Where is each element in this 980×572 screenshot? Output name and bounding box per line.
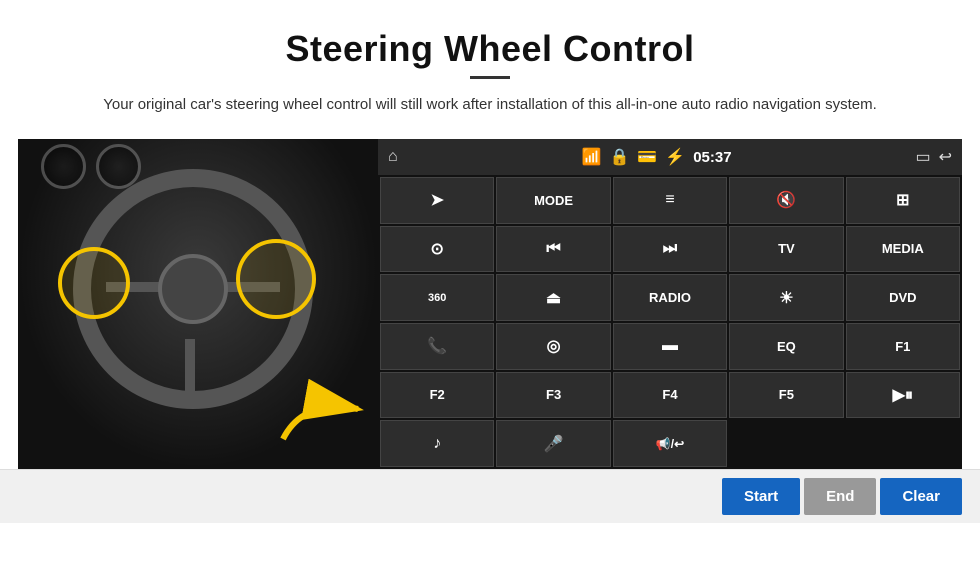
f3-btn[interactable]: F3 [496,372,610,419]
mode-btn[interactable]: MODE [496,177,610,224]
steering-wheel-center [158,254,228,324]
back-icon: ↩ [939,147,952,167]
brightness-btn[interactable]: ☀ [729,274,843,321]
settings-btn[interactable]: ⊙ [380,226,494,273]
phone-btn[interactable]: 📞 [380,323,494,370]
f2-btn[interactable]: F2 [380,372,494,419]
status-bar: ⌂ 📶 🔒 💳 ⚡ 05:37 ▭ ↩ [378,139,962,175]
prev-btn[interactable]: ⏮ [496,226,610,273]
mic-btn[interactable]: 🎤 [496,420,610,467]
lock-icon: 🔒 [609,147,629,167]
spoke-bottom [185,339,195,394]
highlight-circle-left [58,247,130,319]
mute-btn[interactable]: 🔇 [729,177,843,224]
bluetooth-icon: ⚡ [665,147,685,167]
home-icon: ⌂ [388,148,398,166]
radio-btn[interactable]: RADIO [613,274,727,321]
highlight-circle-right [236,239,316,319]
apps-btn[interactable]: ⊞ [846,177,960,224]
music-btn[interactable]: ♪ [380,420,494,467]
dvd-btn[interactable]: DVD [846,274,960,321]
screen2-btn[interactable]: ▬ [613,323,727,370]
control-panel: ⌂ 📶 🔒 💳 ⚡ 05:37 ▭ ↩ ➤ MODE ≡ 🔇 ⊞ ⊙ [378,139,962,469]
f4-btn[interactable]: F4 [613,372,727,419]
f5-btn[interactable]: F5 [729,372,843,419]
steering-wheel-image [18,139,378,469]
clear-button[interactable]: Clear [880,478,962,515]
start-button[interactable]: Start [722,478,800,515]
eq-btn[interactable]: EQ [729,323,843,370]
yellow-arrow [273,379,373,459]
topbar-right-icons: ▭ ↩ [915,147,952,167]
content-area: ⌂ 📶 🔒 💳 ⚡ 05:37 ▭ ↩ ➤ MODE ≡ 🔇 ⊞ ⊙ [0,139,980,469]
wifi-icon: 📶 [582,147,602,167]
cam360-btn[interactable]: 360 [380,274,494,321]
bottom-bar: Start End Clear [0,469,980,523]
topbar-left-icons: ⌂ [388,148,398,166]
control-grid: ➤ MODE ≡ 🔇 ⊞ ⊙ ⏮ ⏭ TV MEDIA 360 ⏏ RADIO … [378,175,962,469]
end-button[interactable]: End [804,478,876,515]
eject-btn[interactable]: ⏏ [496,274,610,321]
page-title: Steering Wheel Control [0,28,980,70]
screen-icon: ▭ [915,147,930,167]
vol-phone-btn[interactable]: 📢/↩ [613,420,727,467]
title-divider [470,76,510,79]
list-btn[interactable]: ≡ [613,177,727,224]
empty1 [729,420,843,467]
sd-icon: 💳 [637,147,657,167]
topbar-center-icons: 📶 🔒 💳 ⚡ 05:37 [582,147,732,167]
internet-btn[interactable]: ◎ [496,323,610,370]
media-btn[interactable]: MEDIA [846,226,960,273]
navigate-btn[interactable]: ➤ [380,177,494,224]
tv-btn[interactable]: TV [729,226,843,273]
playpause-btn[interactable]: ▶⏸ [846,372,960,419]
clock-display: 05:37 [693,149,731,166]
next-btn[interactable]: ⏭ [613,226,727,273]
f1-btn[interactable]: F1 [846,323,960,370]
empty2 [846,420,960,467]
subtitle-text: Your original car's steering wheel contr… [0,93,980,117]
